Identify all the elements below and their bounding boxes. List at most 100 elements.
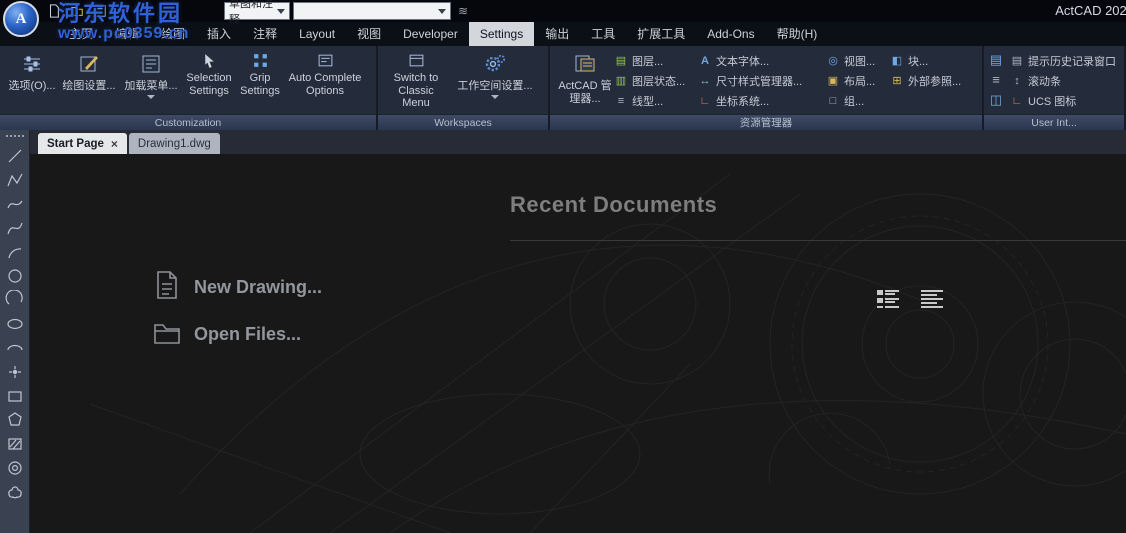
ribbon: 选项(O)... 绘图设置... 加载菜单... xyxy=(0,46,1126,130)
prompt-history-toggle[interactable]: 提示历史记录窗口 xyxy=(1010,51,1120,71)
grip-settings-icon xyxy=(250,50,270,70)
doc-tab-drawing1[interactable]: Drawing1.dwg xyxy=(129,133,220,154)
text-fonts-button[interactable]: 文本字体... xyxy=(698,51,826,71)
new-file-icon[interactable] xyxy=(46,3,62,19)
tool-arc-icon[interactable] xyxy=(2,240,28,264)
actcad-manager-icon xyxy=(571,50,599,78)
xrefs-button[interactable]: 外部参照... xyxy=(890,71,978,91)
tool-polyline-icon[interactable] xyxy=(2,168,28,192)
undo-icon[interactable]: ↶ xyxy=(115,3,131,19)
load-menu-icon xyxy=(137,50,165,78)
open-files-icon xyxy=(153,317,181,352)
load-menu-button[interactable]: 加载菜单... xyxy=(120,48,182,99)
tool-polygon-icon[interactable] xyxy=(2,408,28,432)
chevron-down-icon xyxy=(491,95,499,99)
ucs-axes-icon xyxy=(1010,94,1024,108)
tool-ellipse-arc-icon[interactable] xyxy=(2,336,28,360)
panel-list-icon[interactable] xyxy=(988,52,1004,68)
layouts-button[interactable]: 布局... xyxy=(826,71,890,91)
selection-settings-button[interactable]: Selection Settings xyxy=(182,48,236,97)
blocks-icon xyxy=(890,54,904,68)
grip-settings-button[interactable]: Grip Settings xyxy=(236,48,284,97)
redo-icon[interactable]: ↷ xyxy=(138,3,154,19)
new-drawing-action[interactable]: New Drawing... xyxy=(153,270,322,305)
panel-columns-icon[interactable] xyxy=(988,92,1004,108)
selection-settings-icon xyxy=(199,50,219,70)
tool-arc-3point-icon[interactable] xyxy=(2,288,28,312)
doc-tab-start-page[interactable]: Start Page × xyxy=(38,133,127,154)
actcad-manager-button[interactable]: ActCAD 管理器... xyxy=(556,48,614,105)
chevron-down-icon xyxy=(147,95,155,99)
dim-style-manager-button[interactable]: 尺寸样式管理器... xyxy=(698,71,826,91)
toolbar-overflow-icon[interactable]: ≋ xyxy=(458,4,468,18)
layer-states-icon xyxy=(614,74,628,88)
panel-lines-icon[interactable] xyxy=(988,72,1004,88)
ribbon-tab-bar: 主页 编辑 绘图 插入 注释 Layout 视图 Developer Setti… xyxy=(0,22,1126,46)
panel-toggle-strip xyxy=(986,48,1010,108)
document-tab-bar: Start Page × Drawing1.dwg xyxy=(30,130,1126,154)
tool-spline-icon[interactable] xyxy=(2,216,28,240)
groups-button[interactable]: 组... xyxy=(826,91,890,111)
tab-home[interactable]: 主页 xyxy=(58,22,104,46)
xrefs-icon xyxy=(890,74,904,88)
tool-freehand-icon[interactable] xyxy=(2,192,28,216)
app-logo-icon[interactable]: A xyxy=(3,1,39,37)
workspace-settings-icon xyxy=(481,50,509,78)
tab-draw[interactable]: 绘图 xyxy=(150,22,196,46)
tab-output[interactable]: 输出 xyxy=(534,22,580,46)
layer-states-button[interactable]: 图层状态... xyxy=(614,71,698,91)
app-title: ActCAD 2020 xyxy=(1055,3,1126,18)
draw-toolbar xyxy=(0,130,30,533)
layers-button[interactable]: 图层... xyxy=(614,51,698,71)
open-file-icon[interactable] xyxy=(69,3,85,19)
thumbnail-view-icon[interactable] xyxy=(875,287,901,311)
title-bar: ↶ ↷ 草图和注释 ≋ ActCAD 2020 xyxy=(0,0,1126,22)
tab-help[interactable]: 帮助(H) xyxy=(766,22,829,46)
save-icon[interactable] xyxy=(92,3,108,19)
tool-donut-icon[interactable] xyxy=(2,456,28,480)
workspace-settings-button[interactable]: 工作空间设置... xyxy=(448,48,542,99)
tab-settings[interactable]: Settings xyxy=(469,22,534,46)
tab-express-tools[interactable]: 扩展工具 xyxy=(626,22,696,46)
scroll-bars-toggle[interactable]: 滚动条 xyxy=(1010,71,1120,91)
tab-tools[interactable]: 工具 xyxy=(580,22,626,46)
list-view-icon[interactable] xyxy=(919,287,945,311)
views-button[interactable]: 视图... xyxy=(826,51,890,71)
options-button[interactable]: 选项(O)... xyxy=(6,48,58,93)
toolbar-grip-handle[interactable] xyxy=(6,135,24,140)
recent-documents-divider xyxy=(510,240,1126,241)
open-files-action[interactable]: Open Files... xyxy=(153,317,301,352)
drawing-settings-button[interactable]: 绘图设置... xyxy=(58,48,120,93)
tab-developer[interactable]: Developer xyxy=(392,22,469,46)
tab-addons[interactable]: Add-Ons xyxy=(696,22,765,46)
group-label-workspaces: Workspaces xyxy=(378,114,548,130)
tool-line-icon[interactable] xyxy=(2,144,28,168)
auto-complete-options-button[interactable]: Auto Complete Options xyxy=(284,48,366,97)
blocks-button[interactable]: 块... xyxy=(890,51,978,71)
coordinate-systems-button[interactable]: 坐标系统... xyxy=(698,91,826,111)
scroll-bars-icon xyxy=(1010,74,1024,88)
auto-complete-icon xyxy=(315,50,335,70)
close-icon[interactable]: × xyxy=(111,138,118,150)
workspace-dropdown[interactable]: 草图和注释 xyxy=(224,2,290,20)
tool-revision-cloud-icon[interactable] xyxy=(2,480,28,504)
tab-edit[interactable]: 编辑 xyxy=(104,22,150,46)
ribbon-group-resource-manager: ActCAD 管理器... 图层... 图层状态... 线型... xyxy=(550,46,982,130)
tool-hatch-icon[interactable] xyxy=(2,432,28,456)
classic-menu-icon xyxy=(406,50,426,70)
drawing-settings-icon xyxy=(75,50,103,78)
tool-circle-icon[interactable] xyxy=(2,264,28,288)
tab-layout[interactable]: Layout xyxy=(288,22,346,46)
tool-point-icon[interactable] xyxy=(2,360,28,384)
tab-view[interactable]: 视图 xyxy=(346,22,392,46)
options-icon xyxy=(18,50,46,78)
tool-rectangle-icon[interactable] xyxy=(2,384,28,408)
chevron-down-icon xyxy=(277,9,285,14)
secondary-dropdown[interactable] xyxy=(293,2,451,20)
linetypes-button[interactable]: 线型... xyxy=(614,91,698,111)
switch-classic-menu-button[interactable]: Switch to Classic Menu xyxy=(384,48,448,110)
tool-ellipse-icon[interactable] xyxy=(2,312,28,336)
ribbon-group-workspaces: Switch to Classic Menu 工作空间设置... Workspa… xyxy=(378,46,548,130)
recent-view-toggles xyxy=(875,287,945,311)
ucs-icon-toggle[interactable]: UCS 图标 xyxy=(1010,91,1120,111)
